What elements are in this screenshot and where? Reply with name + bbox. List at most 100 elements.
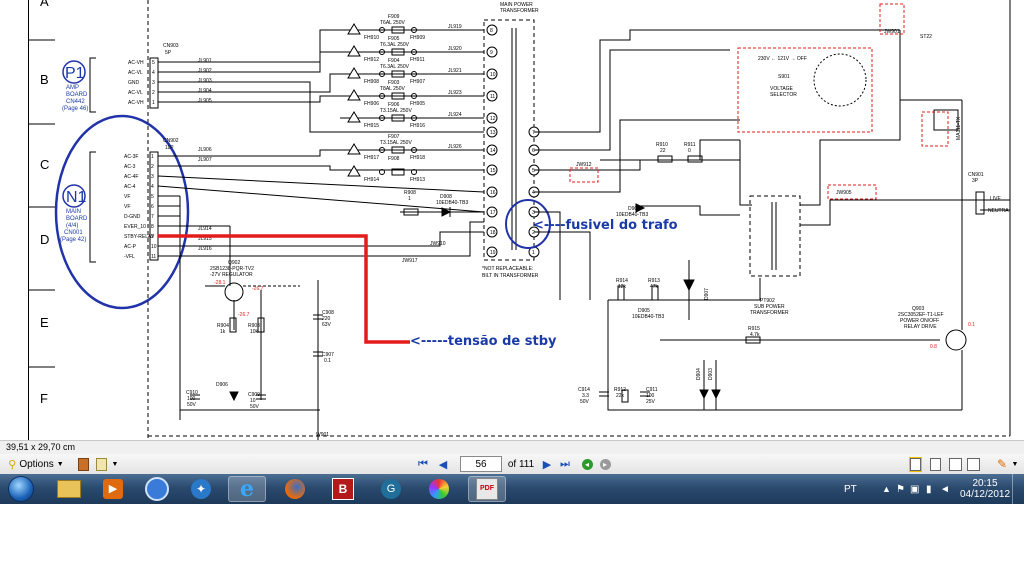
panel-dropdown-button[interactable]: ▼ [110,456,120,472]
facing-page-icon [948,457,962,471]
fuse-jumper: JL926 [448,144,462,150]
c908-voltage: 63V [322,322,332,328]
forward-circle-icon: ▸ [599,458,611,470]
taskbar-app-media-player[interactable]: ▶ [94,476,132,502]
markup-tool-button[interactable]: ✎ [994,456,1010,472]
cn902-signal: VF [124,194,130,200]
cn902-pin: 8 [151,224,154,230]
warning-triangle-icon [347,89,361,101]
last-page-icon: ⏭ [560,457,570,470]
language-indicator[interactable]: PT [844,474,857,504]
relay-label: MA111-TX [956,116,962,140]
q903-voltage-2: 0.8 [930,344,937,350]
cn902-signal: AC-4 [124,184,136,190]
next-page-button[interactable]: ▶ [540,456,554,472]
page-size-readout: 39,51 x 29,70 cm [6,442,76,452]
pdf-toolbar: ⚲ Options ▼ ▼ ⏮ ◀ of 111 ▶ ⏭ ◂ ▸ ✎ ▼ [0,454,1024,475]
fuse-holder-right: FH911 [410,57,425,63]
taskbar-app-picasa[interactable] [420,476,458,502]
cn903-signal: AC-VH [128,60,144,66]
next-page-icon: ▶ [542,458,552,471]
tray-flag-icon[interactable]: ⚑ [896,474,905,504]
cn903-pin: 5 [152,60,155,66]
q902-v3: -26.7 [238,312,250,318]
cn902-jumper: JL916 [198,246,212,252]
start-button[interactable] [4,476,38,502]
fuse-holder-right: FH918 [410,155,425,161]
cn902-signal: VF [124,204,130,210]
transformer-pin-number: 14 [490,148,496,154]
cn902-pin: 7 [151,214,154,220]
tray-clock[interactable]: 20:15 04/12/2012 [960,474,1010,504]
cn902-pin: 2 [151,164,154,170]
page-thumbnails-button[interactable] [76,456,90,472]
warning-triangle-icon [347,165,361,177]
facing-view-button[interactable] [948,456,962,472]
cn903-label: CN903 [163,43,179,49]
taskbar-app-hp[interactable] [138,476,176,502]
cn902-pin: 6 [151,204,154,210]
taskbar-app-explorer[interactable] [50,476,88,502]
n1-sub-2: (4/4) [66,223,78,229]
fuse-holder-right: FH909 [410,35,425,41]
facing-continuous-view-button[interactable] [966,456,980,472]
internet-explorer-icon: e [240,476,254,502]
bookmarks-button[interactable] [94,456,108,472]
markup-dropdown-button[interactable]: ▼ [1010,456,1020,472]
fuse-holder-left: FH915 [364,123,379,129]
r915-value: 4.7k [750,332,760,338]
warning-triangle-icon [347,45,361,57]
taskbar-app-firefox[interactable] [276,476,314,502]
single-page-icon [909,457,921,471]
tray-display-icon[interactable]: ▣ [910,474,919,504]
fuse-holder-left: FH914 [364,177,379,183]
cn903-signal: AC-VL [128,70,143,76]
media-player-icon: ▶ [103,479,123,499]
warning-triangle-icon [347,67,361,79]
main-xfmr-note-1: BILT IN TRANSFORMER [482,273,539,279]
fuse-rating: T6AL 250V [380,20,405,26]
cn902-pin: 9 [151,234,154,240]
show-desktop-button[interactable] [1012,474,1024,504]
fuse-ref: F908 [388,156,400,162]
c914-voltage: 50V [580,399,590,405]
taskbar-app-bitdefender[interactable]: B [324,476,362,502]
tray-overflow-icon[interactable]: ▲ [882,474,891,504]
continuous-view-button[interactable] [928,456,942,472]
cn903-signal: AC-VL [128,90,143,96]
taskbar-app-internet-explorer[interactable]: e [228,476,266,502]
transformer-pin-number: 6 [532,148,535,154]
bitdefender-icon: B [332,478,354,500]
cn902-signal: AC-P [124,244,137,250]
cn902-signal: AC-3F [124,154,138,160]
d908-part: 10EDB40-TB3 [436,200,468,206]
taskbar-app-chrome[interactable]: G [372,476,410,502]
d904-label: D904 [696,368,702,380]
go-back-button[interactable]: ◂ [580,456,594,472]
q903-func-b: RELAY DRIVE [904,324,937,330]
tray-network-icon[interactable]: ▮ [926,474,932,504]
d905-part: 10EDB40-TB3 [632,314,664,320]
last-page-button[interactable]: ⏭ [558,456,572,472]
single-page-view-button[interactable] [908,456,922,472]
options-menu[interactable]: ⚲ Options ▼ [6,456,66,472]
taskbar-app-connection[interactable]: ✦ [182,476,220,502]
tray-volume-icon[interactable]: ◄ [940,474,950,504]
d906-label: D906 [216,382,228,388]
previous-page-button[interactable]: ◀ [436,456,450,472]
go-forward-button[interactable]: ▸ [598,456,612,472]
n1-sub-0: MAIN [66,209,81,215]
selector-label: 230V ← 121V → OFF [758,56,807,62]
options-label: Options [19,458,54,470]
transformer-pin-number: 5 [532,168,535,174]
cn903-pin: 4 [152,70,155,76]
previous-page-icon: ◀ [438,458,448,471]
taskbar-app-pdf-viewer[interactable]: PDF [468,476,506,502]
transformer-pin-number: 11 [490,94,495,100]
cn903-signal: AC-VH [128,100,144,106]
c910-voltage: 50V [187,402,197,408]
cn902-signal: AC-3 [124,164,136,170]
first-page-button[interactable]: ⏮ [416,456,430,472]
r910-value: 22 [660,148,666,154]
page-number-input[interactable] [460,456,502,472]
